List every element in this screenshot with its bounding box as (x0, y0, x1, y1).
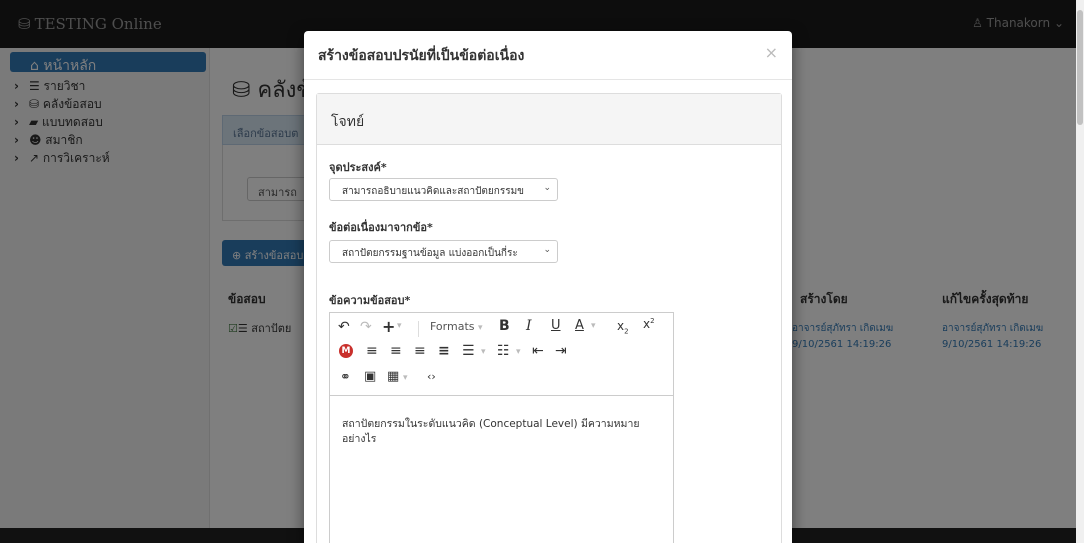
outdent-icon[interactable]: ⇤ (532, 343, 544, 359)
scrollbar-thumb[interactable] (1077, 10, 1083, 125)
redo-icon[interactable]: ↷ (360, 319, 372, 335)
objective-select-value: สามารถอธิบายแนวคิดและสถาปัตยกรรมข (342, 186, 525, 197)
align-right-icon[interactable]: ≡ (414, 343, 426, 359)
subscript-icon[interactable]: x2 (617, 319, 629, 335)
formats-dropdown[interactable]: Formats ▾ (430, 320, 483, 333)
chevron-down-icon: ▾ (478, 323, 483, 333)
image-icon[interactable]: ▣ (364, 369, 376, 384)
bullet-list-icon[interactable]: ☰ (462, 343, 475, 359)
underline-icon[interactable]: U (551, 318, 561, 333)
insert-plus-icon[interactable]: + (382, 317, 395, 336)
continues-from-select-value: สถาปัตยกรรมฐานข้อมูล แบ่งออกเป็นกี่ระ (342, 248, 518, 259)
numbered-list-icon[interactable]: ☷ (497, 343, 510, 359)
align-center-icon[interactable]: ≡ (390, 343, 402, 359)
source-code-icon[interactable]: ‹› (427, 370, 436, 383)
question-text-label: ข้อความข้อสอบ* (329, 294, 411, 307)
rich-text-editor: ↶ ↷ + ▾ Formats ▾ B I U A ▾ x2 x2 M ≡ ≡ … (329, 312, 674, 543)
chevron-down-icon: ⌄ (543, 183, 551, 193)
align-left-icon[interactable]: ≡ (366, 343, 378, 359)
link-icon[interactable]: ⚭ (340, 370, 351, 385)
chevron-down-icon[interactable]: ▾ (397, 321, 402, 331)
formats-label: Formats (430, 320, 475, 333)
question-panel-heading: โจทย์ (317, 94, 781, 145)
editor-toolbar: ↶ ↷ + ▾ Formats ▾ B I U A ▾ x2 x2 M ≡ ≡ … (330, 313, 673, 396)
text-color-icon[interactable]: A (575, 318, 584, 333)
objective-select[interactable]: สามารถอธิบายแนวคิดและสถาปัตยกรรมข ⌄ (329, 178, 558, 201)
question-panel-title: โจทย์ (331, 114, 365, 130)
chevron-down-icon[interactable]: ▾ (403, 373, 408, 383)
chevron-down-icon[interactable]: ▾ (481, 347, 486, 357)
superscript-icon[interactable]: x2 (643, 317, 655, 331)
modal-divider (304, 79, 792, 80)
align-justify-icon[interactable]: ≡ (438, 343, 450, 359)
chevron-down-icon: ⌄ (543, 245, 551, 255)
indent-icon[interactable]: ⇥ (555, 343, 567, 359)
italic-icon[interactable]: I (526, 318, 532, 334)
chevron-down-icon[interactable]: ▾ (516, 347, 521, 357)
bold-icon[interactable]: B (499, 318, 510, 334)
modal-title: สร้างข้อสอบปรนัยที่เป็นข้อต่อเนื่อง (318, 48, 525, 64)
toolbar-divider (418, 321, 419, 337)
continues-from-label: ข้อต่อเนื่องมาจากข้อ* (329, 221, 433, 234)
create-question-modal: สร้างข้อสอบปรนัยที่เป็นข้อต่อเนื่อง × โจ… (304, 31, 792, 543)
page-scrollbar[interactable] (1076, 0, 1084, 543)
chevron-down-icon[interactable]: ▾ (591, 321, 596, 331)
close-icon[interactable]: × (765, 43, 778, 62)
table-icon[interactable]: ▦ (387, 369, 399, 384)
undo-icon[interactable]: ↶ (338, 319, 350, 335)
continues-from-select[interactable]: สถาปัตยกรรมฐานข้อมูล แบ่งออกเป็นกี่ระ ⌄ (329, 240, 558, 263)
math-editor-icon[interactable]: M (339, 344, 353, 358)
objective-label: จุดประสงค์* (329, 161, 387, 174)
editor-content[interactable]: สถาปัตยกรรมในระดับแนวคิด (Conceptual Lev… (342, 417, 652, 447)
